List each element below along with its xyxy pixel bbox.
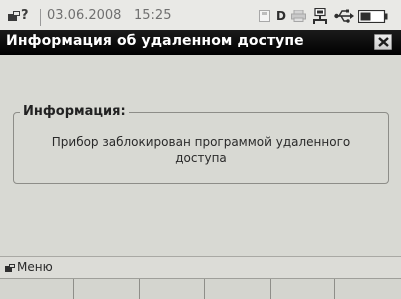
status-time: 15:25: [134, 8, 172, 23]
softkey-6[interactable]: [334, 279, 401, 299]
save-icon[interactable]: [259, 10, 270, 22]
softkey-2[interactable]: [73, 279, 139, 299]
status-date: 03.06.2008: [47, 8, 122, 23]
usb-icon[interactable]: [334, 9, 354, 23]
info-message-line-1: Прибор заблокирован программой удаленног…: [51, 135, 351, 149]
info-group-legend: Информация:: [20, 103, 129, 121]
menu-button-label[interactable]: Меню: [17, 260, 53, 274]
close-button[interactable]: [374, 34, 392, 50]
status-icon: [8, 11, 20, 21]
menu-icon: [5, 264, 15, 272]
softkey-4[interactable]: [204, 279, 270, 299]
status-separator: [40, 9, 41, 26]
dialog-content: Информация: Прибор заблокирован программ…: [0, 55, 401, 256]
device-screen: ? 03.06.2008 15:25 D Информация об удале…: [0, 0, 401, 299]
info-message-line-2: доступа: [175, 151, 227, 165]
window-title: Информация об удаленном доступе: [6, 33, 304, 49]
softkey-5[interactable]: [270, 279, 334, 299]
status-bar: ? 03.06.2008 15:25 D: [0, 0, 401, 31]
softkey-1[interactable]: [0, 279, 73, 299]
printer-icon[interactable]: [291, 10, 306, 22]
network-icon[interactable]: [312, 8, 328, 24]
window-title-bar: Информация об удаленном доступе: [0, 30, 401, 55]
help-icon[interactable]: ?: [21, 8, 29, 24]
drive-d-icon[interactable]: D: [276, 8, 286, 24]
battery-icon: [358, 10, 388, 23]
softkey-3[interactable]: [139, 279, 204, 299]
close-icon: [378, 37, 389, 47]
menu-bar[interactable]: Меню: [0, 256, 401, 278]
info-groupbox: Информация: Прибор заблокирован программ…: [13, 103, 389, 184]
softkey-bar: [0, 278, 401, 299]
info-message: Прибор заблокирован программой удаленног…: [24, 134, 378, 166]
